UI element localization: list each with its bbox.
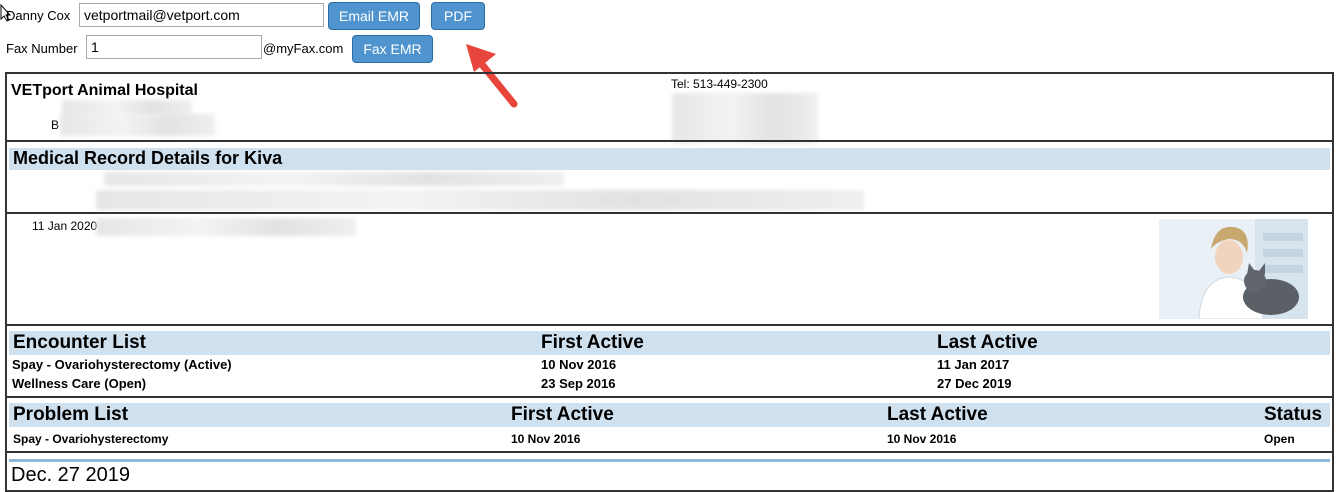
encounter-list-title: Encounter List <box>13 332 147 353</box>
encounter-last-active: 27 Dec 2019 <box>937 376 1012 391</box>
visit-date-heading: Dec. 27 2019 <box>11 464 130 486</box>
pdf-button[interactable]: PDF <box>431 2 485 30</box>
hospital-address-prefix: B <box>51 118 60 132</box>
fax-emr-button[interactable]: Fax EMR <box>352 35 433 63</box>
problem-first-active-header: First Active <box>511 404 614 425</box>
hospital-tel: Tel: 513-449-2300 <box>671 77 768 91</box>
client-details-redacted <box>104 172 564 186</box>
divider <box>5 212 1334 214</box>
patient-details-redacted <box>96 190 864 210</box>
hospital-name: VETport Animal Hospital <box>11 82 198 99</box>
problem-name: Spay - Ovariohysterectomy <box>13 432 169 446</box>
note-date: 11 Jan 2020 <box>32 219 98 233</box>
divider <box>5 451 1334 453</box>
fax-number-field[interactable] <box>86 35 262 59</box>
fax-number-label: Fax Number <box>6 41 78 56</box>
encounter-last-active-header: Last Active <box>937 332 1038 353</box>
problem-last-active-header: Last Active <box>887 404 988 425</box>
problem-status: Open <box>1264 432 1295 446</box>
divider <box>5 140 1334 142</box>
veterinarian-photo <box>1159 219 1308 319</box>
problem-header-band <box>9 403 1330 427</box>
problem-last-active: 10 Nov 2016 <box>887 432 957 446</box>
divider <box>5 396 1334 398</box>
email-emr-button[interactable]: Email EMR <box>328 2 420 30</box>
problem-status-header: Status <box>1264 404 1323 425</box>
fax-domain-label: @myFax.com <box>263 41 344 56</box>
encounter-last-active: 11 Jan 2017 <box>937 357 1010 372</box>
section-separator <box>9 459 1330 462</box>
encounter-name: Spay - Ovariohysterectomy (Active) <box>12 357 232 372</box>
hospital-contact-redacted <box>672 93 818 143</box>
encounter-first-active: 23 Sep 2016 <box>541 376 616 391</box>
problem-list-title: Problem List <box>13 404 129 425</box>
encounter-first-active-header: First Active <box>541 332 644 353</box>
record-title: Medical Record Details for Kiva <box>13 148 283 168</box>
email-field[interactable] <box>79 3 324 27</box>
encounter-header-band <box>9 331 1330 355</box>
note-text-redacted <box>96 218 356 236</box>
encounter-name: Wellness Care (Open) <box>12 376 147 391</box>
problem-first-active: 10 Nov 2016 <box>511 432 581 446</box>
hospital-city-redacted <box>60 114 215 136</box>
divider <box>5 324 1334 326</box>
encounter-first-active: 10 Nov 2016 <box>541 357 617 372</box>
client-name-label: Danny Cox <box>6 8 71 23</box>
